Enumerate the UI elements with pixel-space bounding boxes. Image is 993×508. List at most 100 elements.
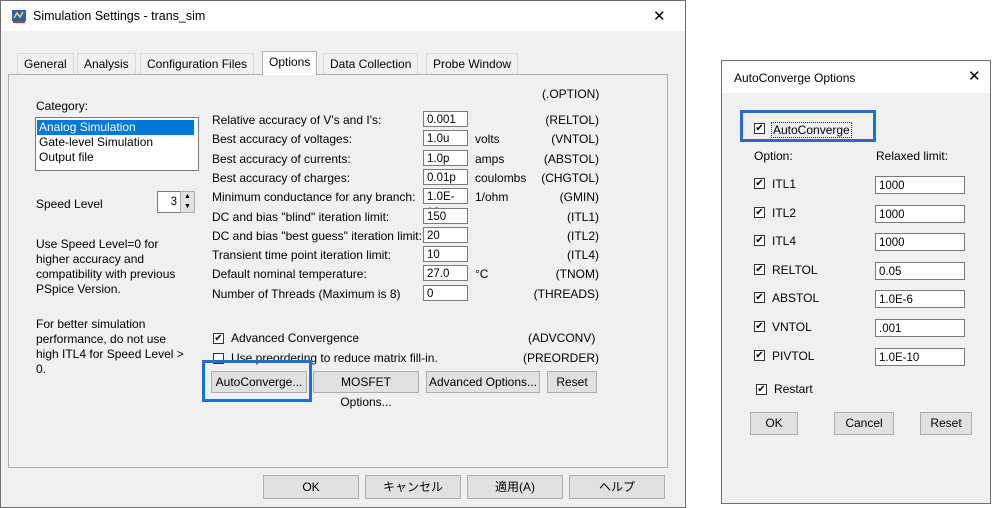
button-label: キャンセル: [382, 480, 443, 494]
option-code: (TNOM): [555, 267, 599, 282]
option-value: 10: [427, 249, 440, 262]
category-item-gate-level[interactable]: Gate-level Simulation: [37, 135, 194, 150]
app-icon: [11, 8, 27, 24]
dialog-title-bar: AutoConverge Options ✕: [722, 61, 990, 93]
restart-label: Restart: [774, 382, 813, 396]
tab-label: Options: [269, 55, 311, 69]
spin-up-icon[interactable]: ▲: [181, 192, 194, 202]
dialog-cancel-button[interactable]: Cancel: [834, 412, 894, 435]
tab-data-collection[interactable]: Data Collection: [323, 53, 419, 74]
advanced-convergence-checkbox[interactable]: ✔: [213, 333, 224, 344]
speed-level-input[interactable]: 3: [157, 191, 181, 213]
category-label: Category:: [36, 99, 89, 113]
category-list[interactable]: Analog Simulation Gate-level Simulation …: [35, 117, 199, 171]
option-label: Default nominal temperature:: [212, 267, 367, 282]
relaxed-limit-input[interactable]: 1.0E-10: [875, 347, 965, 366]
option-code: (VNTOL): [551, 132, 599, 147]
apply-button[interactable]: 適用(A): [467, 475, 563, 499]
option-code: (ITL2): [566, 228, 599, 243]
option-label: DC and bias "best guess" iteration limit…: [212, 228, 422, 243]
help-text-line: compatibility with previous: [36, 267, 176, 281]
option-header: (.OPTION): [542, 87, 600, 101]
options-panel: Category: Analog Simulation Gate-level S…: [8, 74, 668, 468]
option-value-input[interactable]: 20: [423, 226, 468, 243]
autoconverge-checkbox-highlight: [740, 110, 876, 142]
dialog-ok-button[interactable]: OK: [750, 412, 798, 435]
restart-checkbox[interactable]: ✔: [756, 384, 767, 395]
dialog-title: AutoConverge Options: [734, 71, 856, 85]
reset-button[interactable]: Reset: [547, 371, 597, 393]
option-value-input[interactable]: 150: [423, 207, 468, 224]
speed-level-spinner[interactable]: ▲ ▼: [180, 191, 195, 213]
help-text-line: high ITL4 for Speed Level >: [36, 347, 184, 361]
option-value-input[interactable]: 27.0: [423, 265, 468, 282]
relaxed-limit-value: 1000: [879, 208, 905, 221]
speed-level-value: 3: [170, 196, 177, 208]
mosfet-options-button[interactable]: MOSFET Options...: [313, 371, 419, 409]
autoconverge-button-highlight: [202, 360, 312, 402]
button-label: ヘルプ: [598, 480, 635, 494]
relaxed-limit-input[interactable]: 1000: [875, 204, 965, 223]
help-text-line: PSpice Version.: [36, 282, 121, 296]
relaxed-limit-value: 1.0E-6: [879, 294, 913, 307]
window-title: Simulation Settings - trans_sim: [33, 9, 206, 23]
help-text-line: For better simulation: [36, 317, 146, 331]
row-checkbox[interactable]: ✔: [754, 349, 765, 361]
close-icon[interactable]: ✕: [653, 7, 666, 25]
option-value-input[interactable]: 1.0u: [423, 130, 468, 147]
row-label: RELTOL: [772, 262, 818, 277]
relaxed-column-header: Relaxed limit:: [876, 149, 949, 163]
option-label: Transient time point iteration limit:: [212, 248, 391, 263]
advanced-options-button[interactable]: Advanced Options...: [426, 371, 540, 393]
row-checkbox[interactable]: ✔: [754, 292, 765, 304]
relaxed-limit-value: .001: [879, 323, 902, 335]
help-text-line: 0.: [36, 362, 47, 376]
row-label: ABSTOL: [772, 291, 820, 306]
option-value-input[interactable]: 0.001: [423, 111, 468, 127]
option-value: 0: [427, 287, 434, 300]
category-item-analog[interactable]: Analog Simulation: [37, 120, 194, 135]
option-value: 0.001: [427, 114, 456, 126]
button-label: Cancel: [845, 416, 883, 430]
row-checkbox[interactable]: ✔: [754, 321, 765, 332]
relaxed-limit-value: 0.05: [879, 265, 902, 278]
row-checkbox[interactable]: ✔: [754, 178, 765, 189]
row-checkbox[interactable]: ✔: [754, 235, 765, 247]
option-value-input[interactable]: 1.0p: [423, 149, 468, 166]
option-label: Number of Threads (Maximum is 8): [212, 286, 401, 301]
relaxed-limit-input[interactable]: 1000: [875, 233, 965, 252]
option-value-input[interactable]: 0.01p: [423, 168, 468, 185]
row-checkbox[interactable]: ✔: [754, 263, 765, 275]
option-value-input[interactable]: 0: [423, 284, 468, 301]
option-value-input[interactable]: 1.0E-12: [423, 188, 468, 219]
tab-options[interactable]: Options: [262, 51, 318, 75]
help-button[interactable]: ヘルプ: [569, 475, 665, 499]
option-value: 0.01p: [427, 171, 456, 184]
option-label: DC and bias "blind" iteration limit:: [212, 209, 390, 224]
option-value-input[interactable]: 10: [423, 246, 468, 263]
relaxed-limit-input[interactable]: .001: [875, 319, 965, 337]
option-value: 1.0p: [427, 152, 450, 165]
spin-down-icon[interactable]: ▼: [181, 202, 194, 212]
close-icon[interactable]: ✕: [968, 67, 981, 85]
option-code: (ITL4): [566, 248, 599, 263]
tab-general[interactable]: General: [17, 53, 74, 74]
button-label: Reset: [930, 416, 962, 430]
row-label: VNTOL: [772, 320, 812, 334]
ok-button[interactable]: OK: [263, 475, 359, 499]
option-code: (ABSTOL): [543, 151, 599, 166]
tab-analysis[interactable]: Analysis: [77, 53, 136, 74]
option-code: (GMIN): [559, 190, 599, 205]
relaxed-limit-input[interactable]: 1000: [875, 176, 965, 194]
tab-probe-window[interactable]: Probe Window: [426, 53, 519, 74]
dialog-reset-button[interactable]: Reset: [920, 412, 972, 435]
cancel-button[interactable]: キャンセル: [365, 475, 461, 499]
option-code: (CHGTOL): [541, 170, 599, 185]
option-column-header: Option:: [754, 149, 793, 163]
relaxed-limit-input[interactable]: 1.0E-6: [875, 290, 965, 309]
tab-configuration-files[interactable]: Configuration Files: [140, 53, 255, 74]
category-item-output-file[interactable]: Output file: [37, 150, 194, 165]
option-value: 20: [427, 229, 440, 242]
relaxed-limit-input[interactable]: 0.05: [875, 261, 965, 280]
row-checkbox[interactable]: ✔: [754, 206, 765, 218]
